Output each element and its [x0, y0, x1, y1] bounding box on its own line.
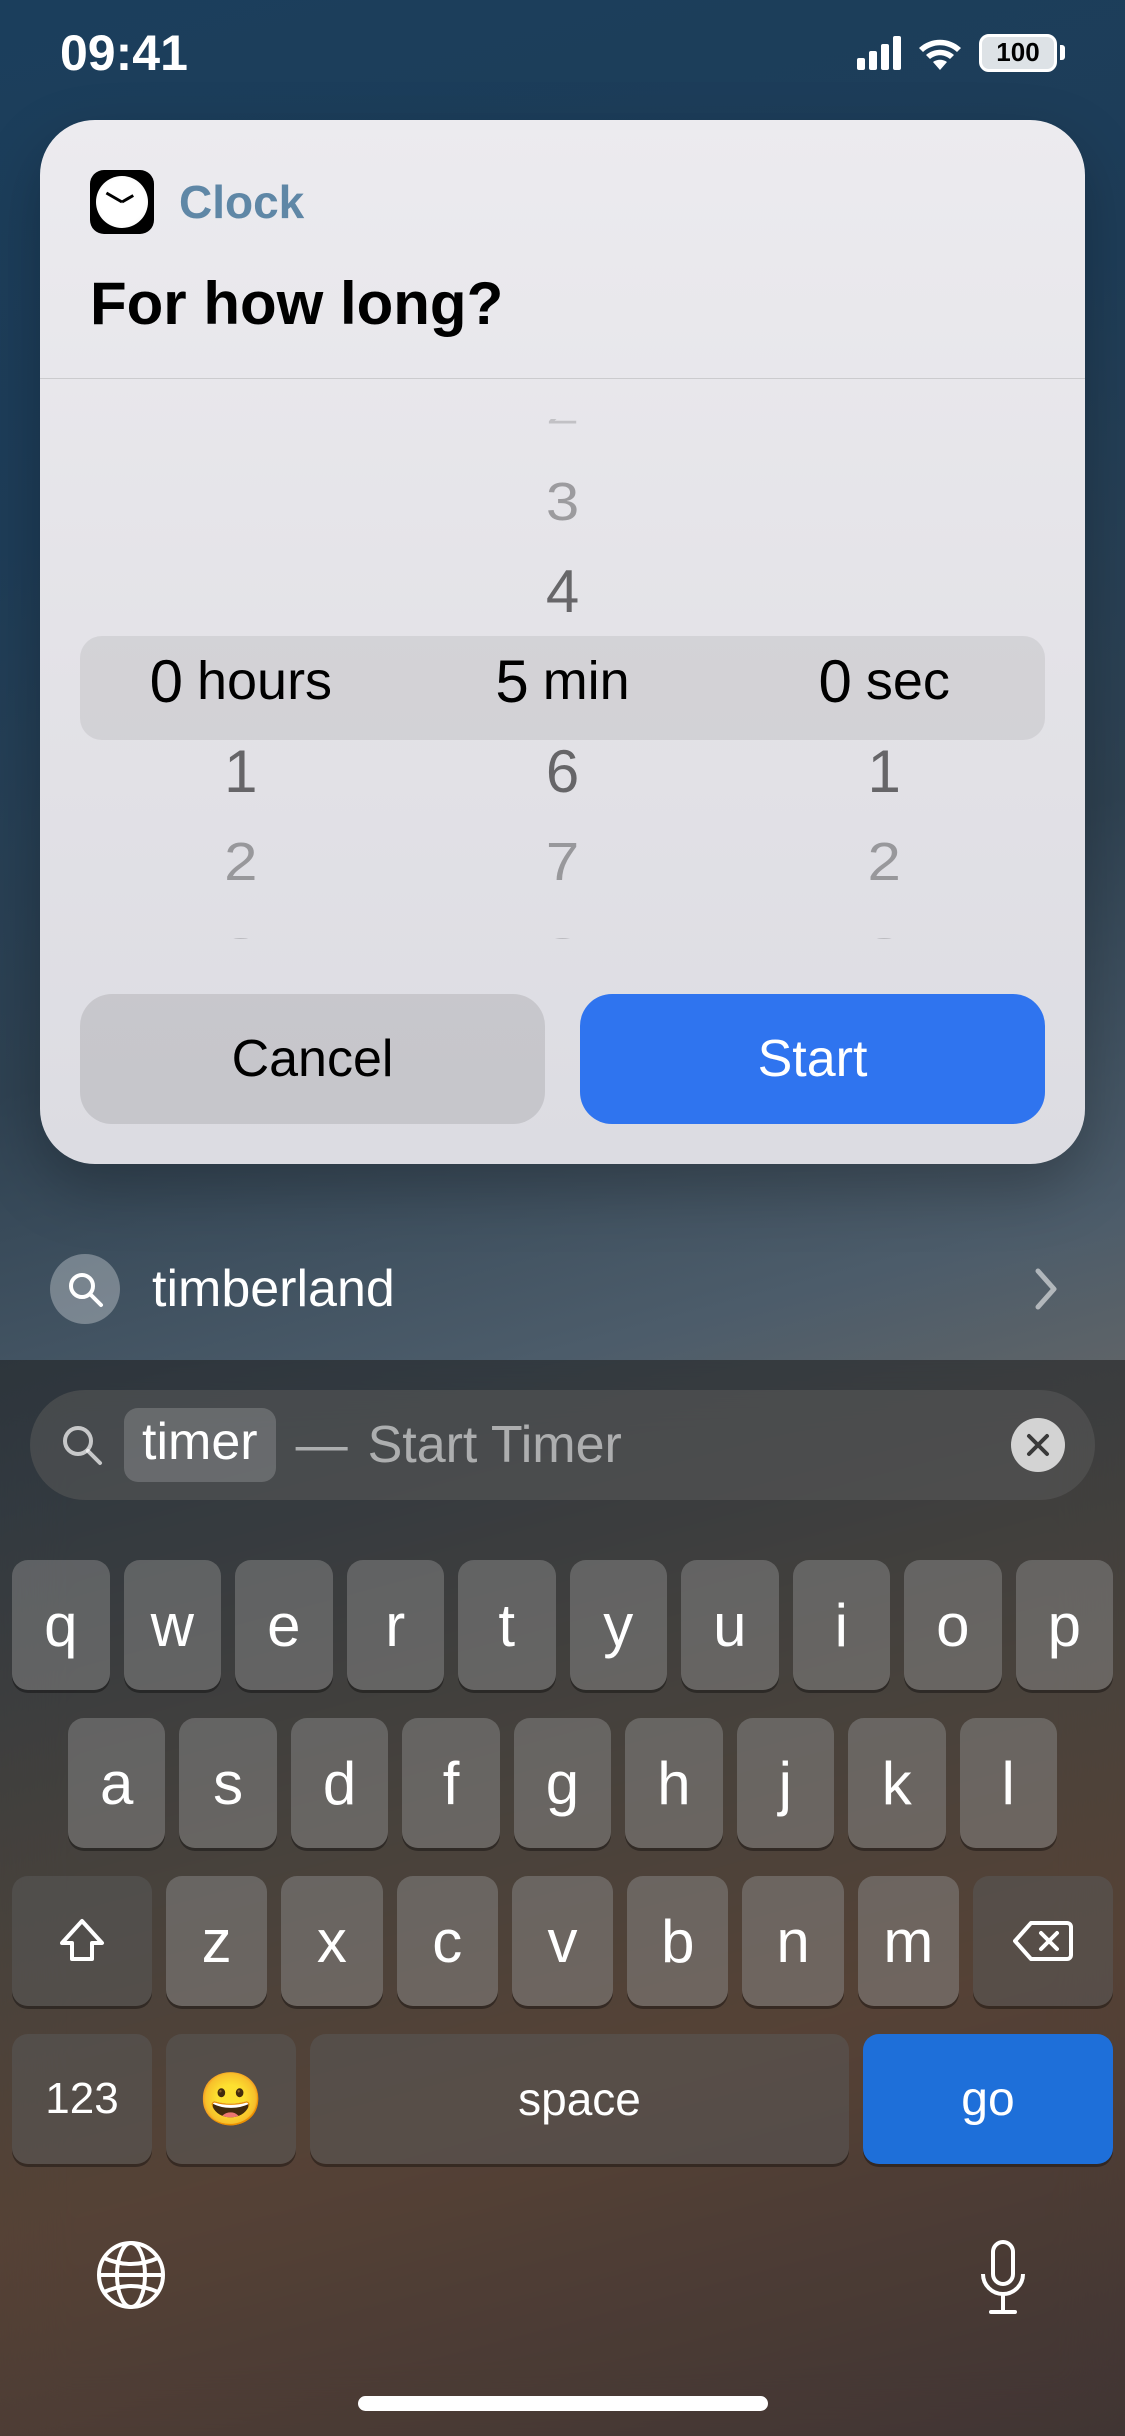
key-r[interactable]: r	[347, 1560, 445, 1690]
key-a[interactable]: a	[68, 1718, 165, 1848]
suggestion-text: timberland	[152, 1259, 1002, 1319]
key-g[interactable]: g	[514, 1718, 611, 1848]
home-indicator[interactable]	[358, 2396, 768, 2411]
key-d[interactable]: d	[291, 1718, 388, 1848]
key-h[interactable]: h	[625, 1718, 722, 1848]
search-icon	[50, 1254, 120, 1324]
dialog-prompt: For how long?	[40, 259, 1085, 378]
wifi-icon	[917, 36, 963, 70]
emoji-key[interactable]: 😀	[166, 2034, 296, 2164]
key-s[interactable]: s	[179, 1718, 276, 1848]
cancel-button[interactable]: Cancel	[80, 994, 545, 1124]
key-c[interactable]: c	[397, 1876, 498, 2006]
key-e[interactable]: e	[235, 1560, 333, 1690]
keyboard-row-1: q w e r t y u i o p	[12, 1560, 1113, 1690]
battery-level: 100	[996, 37, 1039, 68]
keyboard-row-2: a s d f g h j k l	[12, 1718, 1113, 1848]
timer-dialog: Clock For how long? 0 hours 1 2 3 4 0 1 …	[40, 120, 1085, 1164]
keyboard-row-4: 123 😀 space go	[12, 2034, 1113, 2164]
start-button[interactable]: Start	[580, 994, 1045, 1124]
key-o[interactable]: o	[904, 1560, 1002, 1690]
key-z[interactable]: z	[166, 1876, 267, 2006]
clock-app-icon	[90, 170, 154, 234]
spotlight-search-field[interactable]: timer — Start Timer	[30, 1390, 1095, 1500]
key-x[interactable]: x	[281, 1876, 382, 2006]
typed-text: timer	[124, 1408, 276, 1482]
backspace-key[interactable]	[973, 1876, 1113, 2006]
minutes-wheel[interactable]: 0 1 2 3 4 5 min 6 7 8 9	[402, 419, 724, 939]
keyboard-panel: timer — Start Timer q w e r t y u i o p …	[0, 1360, 1125, 2436]
shift-key[interactable]	[12, 1876, 152, 2006]
key-t[interactable]: t	[458, 1560, 556, 1690]
battery-icon: 100	[979, 34, 1065, 72]
hours-wheel[interactable]: 0 hours 1 2 3 4	[80, 419, 402, 939]
keyboard: q w e r t y u i o p a s d f g h j k l z	[0, 1540, 1125, 2436]
search-icon	[60, 1423, 104, 1467]
dictation-key[interactable]	[973, 2236, 1033, 2322]
key-j[interactable]: j	[737, 1718, 834, 1848]
key-y[interactable]: y	[570, 1560, 668, 1690]
key-n[interactable]: n	[742, 1876, 843, 2006]
keyboard-row-3: z x c v b n m	[12, 1876, 1113, 2006]
chevron-right-icon	[1034, 1267, 1060, 1311]
status-indicators: 100	[857, 34, 1065, 72]
siri-suggestion-row[interactable]: timberland	[40, 1237, 1085, 1340]
globe-key[interactable]	[92, 2236, 170, 2314]
search-text: timer — Start Timer	[124, 1408, 622, 1482]
key-p[interactable]: p	[1016, 1560, 1114, 1690]
go-key[interactable]: go	[863, 2034, 1113, 2164]
key-f[interactable]: f	[402, 1718, 499, 1848]
key-l[interactable]: l	[960, 1718, 1057, 1848]
hint-separator: —	[276, 1415, 368, 1475]
clear-button[interactable]	[1011, 1418, 1065, 1472]
key-m[interactable]: m	[858, 1876, 959, 2006]
seconds-wheel[interactable]: 0 sec 1 2 3 4	[723, 419, 1045, 939]
duration-picker: 0 hours 1 2 3 4 0 1 2 3 4 5 min 6 7 8 9	[40, 379, 1085, 939]
dialog-header: Clock	[40, 120, 1085, 259]
status-bar: 09:41 100	[0, 0, 1125, 105]
numbers-key[interactable]: 123	[12, 2034, 152, 2164]
app-name-label: Clock	[179, 175, 304, 229]
key-b[interactable]: b	[627, 1876, 728, 2006]
cellular-signal-icon	[857, 36, 901, 70]
key-u[interactable]: u	[681, 1560, 779, 1690]
key-v[interactable]: v	[512, 1876, 613, 2006]
space-key[interactable]: space	[310, 2034, 849, 2164]
key-i[interactable]: i	[793, 1560, 891, 1690]
status-time: 09:41	[60, 24, 188, 82]
key-w[interactable]: w	[124, 1560, 222, 1690]
key-k[interactable]: k	[848, 1718, 945, 1848]
key-q[interactable]: q	[12, 1560, 110, 1690]
search-hint: Start Timer	[368, 1415, 622, 1475]
